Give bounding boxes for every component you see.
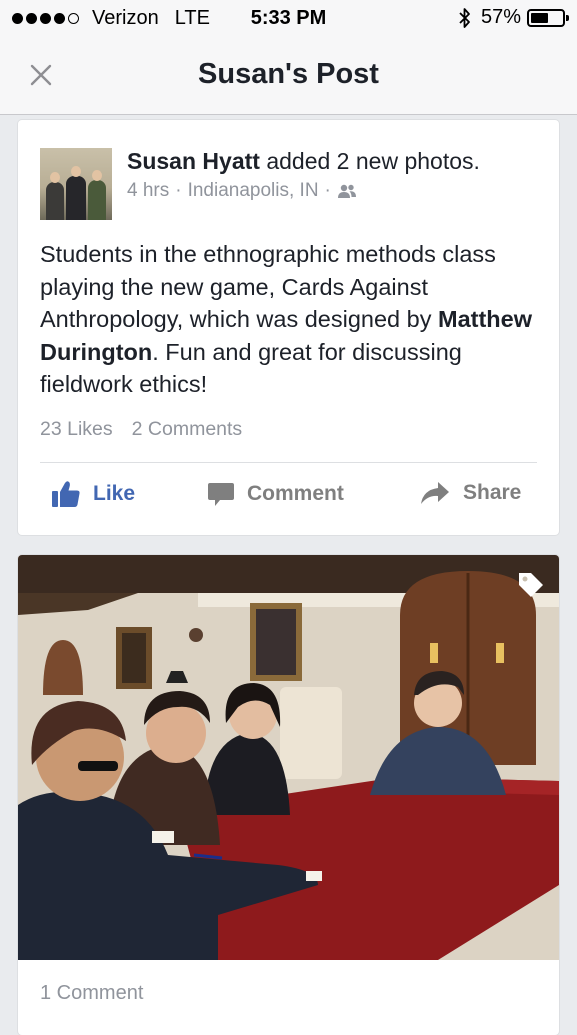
post-action-text: added 2 new photos. xyxy=(259,148,480,174)
photo-chair xyxy=(280,687,342,779)
engagement-counts: 23 Likes 2 Comments xyxy=(40,418,242,441)
comments-count[interactable]: 2 Comments xyxy=(132,418,243,441)
like-button[interactable]: Like xyxy=(51,480,135,508)
avatar-figure-3 xyxy=(88,180,106,220)
photo-painting-2-inner xyxy=(256,609,296,675)
photo-door-window-1 xyxy=(430,643,438,663)
photo-card-2 xyxy=(152,831,174,843)
thumbs-up-icon xyxy=(52,481,80,507)
share-button[interactable]: Share xyxy=(419,480,521,506)
photo-card-1 xyxy=(306,871,322,881)
comment-button[interactable]: Comment xyxy=(207,480,344,508)
meta-separator: · xyxy=(324,180,331,201)
battery-level xyxy=(531,12,549,23)
comment-icon xyxy=(208,483,234,506)
battery-icon xyxy=(527,8,569,27)
bluetooth-icon xyxy=(459,7,470,28)
tag-icon[interactable] xyxy=(517,571,545,599)
photo-person-front-glasses xyxy=(78,761,118,771)
post-header: Susan Hyatt added 2 new photos. xyxy=(127,148,480,175)
battery-nub xyxy=(566,14,569,21)
post-photo[interactable] xyxy=(18,555,559,960)
photo-card: 1 Comment xyxy=(18,555,559,1035)
photo-comments-count[interactable]: 1 Comment xyxy=(40,982,143,1005)
post-text-body: Students in the ethnographic methods cla… xyxy=(40,241,496,332)
page-title: Susan's Post xyxy=(198,58,379,90)
nav-bar: Susan's Post xyxy=(0,38,577,115)
comment-label: Comment xyxy=(247,482,344,505)
avatar[interactable] xyxy=(40,148,112,220)
counts-gap xyxy=(113,418,132,441)
post-actions: Like Comment Share xyxy=(18,480,559,520)
status-right: 57% xyxy=(459,6,569,29)
avatar-head-2 xyxy=(71,166,81,177)
author-name[interactable]: Susan Hyatt xyxy=(127,148,260,174)
post-location[interactable]: Indianapolis, IN xyxy=(188,180,319,202)
avatar-figure-2 xyxy=(66,176,86,220)
post-card: Susan Hyatt added 2 new photos. 4 hrs · … xyxy=(18,120,559,535)
meta-separator: · xyxy=(175,180,182,201)
avatar-head-1 xyxy=(50,172,60,183)
avatar-head-3 xyxy=(92,170,102,181)
battery-percent: 57% xyxy=(480,6,521,28)
post-meta: 4 hrs · Indianapolis, IN · xyxy=(127,180,357,202)
divider xyxy=(40,462,537,463)
friends-icon xyxy=(337,184,356,198)
post-text: Students in the ethnographic methods cla… xyxy=(40,238,545,401)
post-time[interactable]: 4 hrs xyxy=(127,180,169,202)
photo-clock xyxy=(189,628,203,642)
photo-door-window-2 xyxy=(496,643,504,663)
photo-painting-1-inner xyxy=(122,633,146,683)
like-label: Like xyxy=(93,482,136,505)
avatar-figure-1 xyxy=(46,182,64,220)
likes-count[interactable]: 23 Likes xyxy=(40,418,113,441)
share-label: Share xyxy=(463,481,522,504)
share-icon xyxy=(421,482,449,504)
status-bar: Verizon LTE 5:33 PM 57% xyxy=(0,0,577,38)
